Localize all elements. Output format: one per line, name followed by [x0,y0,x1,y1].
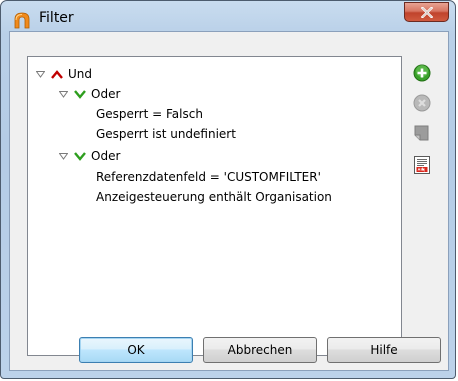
tree-node-label: Gesperrt ist undefiniert [96,127,236,141]
help-button[interactable]: Hilfe [327,337,441,363]
expand-arrow-icon[interactable] [57,88,69,100]
tree-node-label: Referenzdatenfeld = 'CUSTOMFILTER' [96,170,321,184]
tree-node-condition[interactable]: Anzeigesteuerung enthält Organisation [96,187,332,207]
or-operator-icon [74,150,86,162]
filter-dialog: Filter Und Oder Gesperrt = Falsch Gesper… [0,0,456,379]
ok-button[interactable]: OK [79,337,193,363]
tree-node-label: Anzeigesteuerung enthält Organisation [96,190,332,204]
title-bar[interactable]: Filter [1,1,455,31]
cancel-button[interactable]: Abbrechen [203,337,317,363]
sql-icon [414,156,430,174]
edit-condition-button[interactable] [411,122,433,144]
tree-node-or[interactable]: Oder [57,84,120,104]
sql-view-button[interactable] [411,154,433,176]
tree-node-condition[interactable]: Gesperrt = Falsch [96,104,203,124]
tree-node-or[interactable]: Oder [57,146,120,166]
remove-icon [413,94,431,112]
tree-node-label: Und [68,67,93,81]
filter-tree[interactable]: Und Oder Gesperrt = Falsch Gesperrt ist … [27,56,402,356]
tree-node-label: Oder [91,149,121,163]
tree-node-condition[interactable]: Referenzdatenfeld = 'CUSTOMFILTER' [96,167,321,187]
remove-condition-button[interactable] [411,92,433,114]
tree-node-label: Gesperrt = Falsch [96,107,203,121]
app-icon [13,11,31,29]
tree-node-label: Oder [91,87,121,101]
or-operator-icon [74,88,86,100]
add-icon [413,64,431,82]
close-button[interactable] [404,2,449,22]
tree-node-condition[interactable]: Gesperrt ist undefiniert [96,124,236,144]
window-title: Filter [39,10,74,26]
expand-arrow-icon[interactable] [57,150,69,162]
edit-icon [414,125,429,141]
and-operator-icon [51,68,63,80]
tree-node-and[interactable]: Und [34,64,92,84]
dialog-client-area: Und Oder Gesperrt = Falsch Gesperrt ist … [9,31,449,371]
close-icon [420,6,433,18]
add-condition-button[interactable] [411,62,433,84]
expand-arrow-icon[interactable] [34,68,46,80]
